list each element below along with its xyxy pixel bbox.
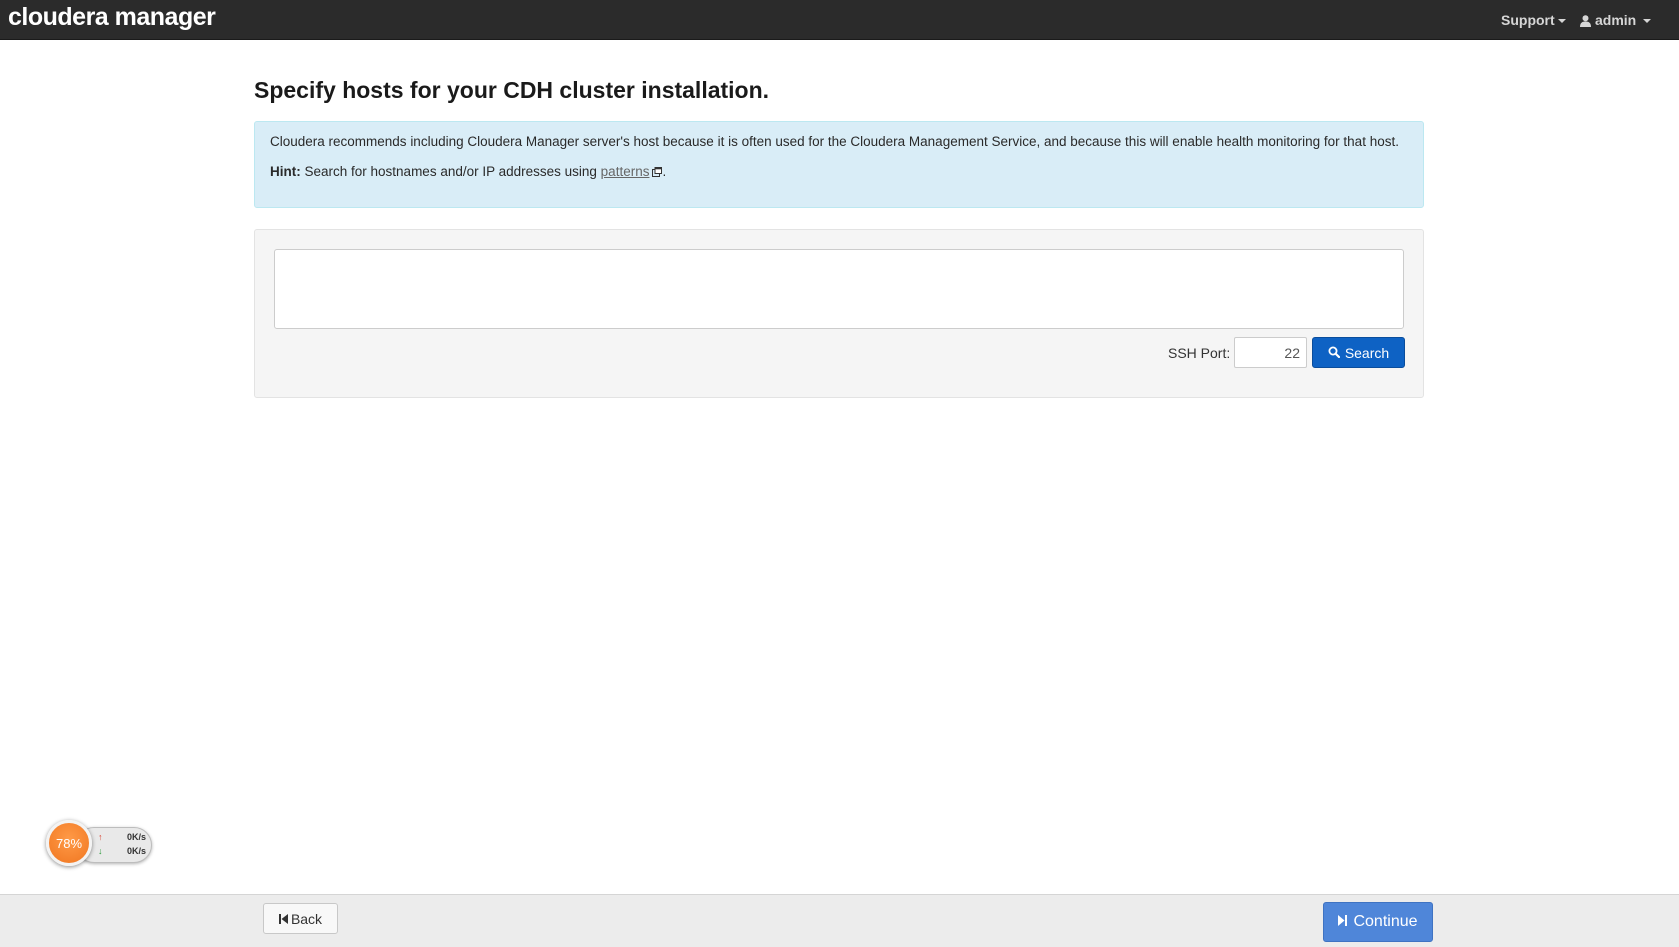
skip-forward-icon	[1338, 913, 1348, 931]
app-logo[interactable]: cloudera manager	[8, 3, 216, 32]
user-icon	[1580, 14, 1591, 30]
info-alert: Cloudera recommends including Cloudera M…	[254, 121, 1424, 208]
chevron-down-icon	[1557, 19, 1566, 24]
search-button-label: Search	[1344, 344, 1390, 361]
hint-line: Hint: Search for hostnames and/or IP add…	[270, 162, 1408, 183]
download-arrow-icon: ↓	[98, 846, 103, 856]
alert-text: Cloudera recommends including Cloudera M…	[270, 134, 1399, 149]
download-speed-value: 0K/s	[126, 846, 146, 856]
host-search-panel: SSH Port: Search	[254, 229, 1424, 398]
patterns-link[interactable]: patterns	[601, 164, 650, 179]
search-button[interactable]: Search	[1312, 337, 1405, 368]
user-menu-label: admin	[1595, 12, 1637, 28]
upload-arrow-icon: ↑	[98, 832, 103, 842]
continue-button[interactable]: Continue	[1323, 902, 1433, 942]
chevron-down-icon	[1643, 19, 1652, 24]
hint-text: Search for hostnames and/or IP addresses…	[300, 164, 601, 179]
user-menu[interactable]: admin	[1580, 12, 1652, 30]
support-menu[interactable]: Support	[1501, 12, 1566, 28]
page-title: Specify hosts for your CDH cluster insta…	[254, 77, 770, 103]
external-link-icon[interactable]	[652, 163, 663, 183]
hint-end: .	[662, 164, 667, 179]
skip-back-icon	[278, 911, 288, 927]
search-icon	[1328, 345, 1340, 361]
memory-usage-badge[interactable]: 78%	[46, 820, 92, 866]
continue-button-label: Continue	[1353, 913, 1418, 930]
upload-speed-value: 0K/s	[126, 832, 146, 842]
top-navbar: cloudera manager Support admin	[0, 0, 1679, 40]
wizard-footer: Back Continue	[0, 894, 1679, 947]
hosts-textarea[interactable]	[274, 249, 1404, 329]
hint-label: Hint:	[270, 164, 301, 179]
ssh-port-input[interactable]	[1234, 337, 1307, 368]
back-button[interactable]: Back	[263, 903, 338, 934]
ssh-port-label: SSH Port:	[1168, 345, 1231, 361]
back-button-label: Back	[290, 910, 323, 927]
support-menu-label: Support	[1501, 12, 1555, 28]
network-speed-widget[interactable]: ↑ 0K/s ↓ 0K/s 78%	[46, 820, 154, 868]
